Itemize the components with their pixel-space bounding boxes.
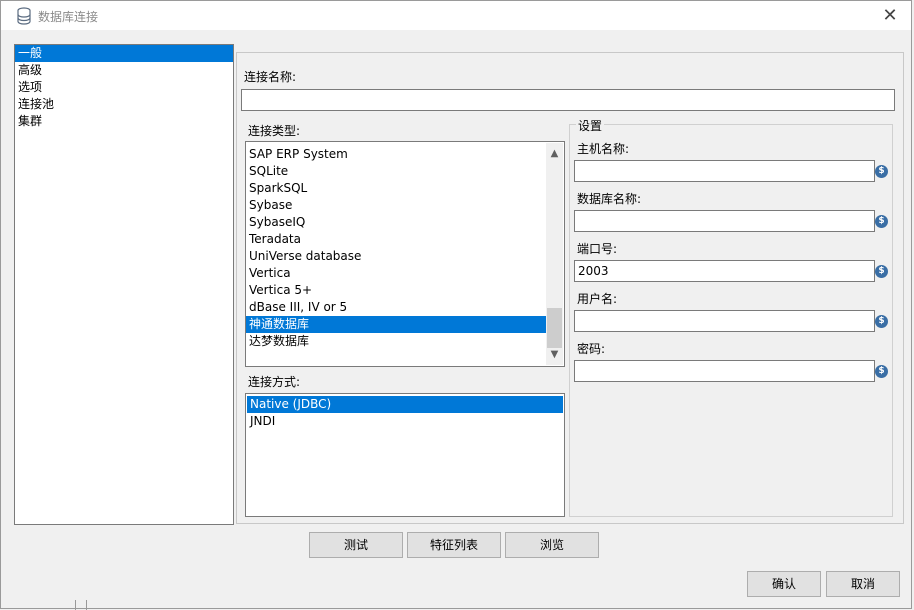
close-button[interactable]: ✕ bbox=[877, 4, 903, 28]
category-item[interactable]: 集群 bbox=[15, 113, 233, 130]
scroll-thumb[interactable] bbox=[547, 308, 562, 348]
variable-icon[interactable]: $ bbox=[875, 215, 888, 228]
settings-field-input[interactable] bbox=[574, 160, 875, 182]
connection-type-list[interactable]: SAP ERP System SQLite SparkSQL Sybase Sybase… bbox=[245, 141, 565, 367]
database-icon bbox=[17, 7, 31, 25]
connection-type-item[interactable]: SAP ERP System bbox=[246, 146, 546, 163]
close-icon: ✕ bbox=[882, 5, 898, 26]
scroll-down-icon[interactable]: ▼ bbox=[546, 346, 563, 363]
test-button[interactable]: 测试 bbox=[309, 532, 403, 558]
connection-type-item[interactable]: Vertica 5+ bbox=[246, 282, 546, 299]
settings-field-input[interactable] bbox=[574, 360, 875, 382]
connection-type-item[interactable]: SQLite bbox=[246, 163, 546, 180]
access-method-item[interactable]: Native (JDBC) bbox=[247, 396, 563, 413]
category-item[interactable]: 高级 bbox=[15, 62, 233, 79]
cancel-button[interactable]: 取消 bbox=[826, 571, 900, 597]
window-title: 数据库连接 bbox=[38, 10, 99, 24]
ok-button[interactable]: 确认 bbox=[747, 571, 821, 597]
connection-name-input[interactable] bbox=[241, 89, 895, 111]
settings-field-input[interactable] bbox=[574, 310, 875, 332]
connection-type-label: 连接类型: bbox=[248, 124, 301, 138]
settings-field-label: 密码: bbox=[577, 342, 606, 356]
variable-icon[interactable]: $ bbox=[875, 365, 888, 378]
connection-type-item[interactable]: Sybase bbox=[246, 197, 546, 214]
category-list[interactable]: 一般 高级 选项 连接池 集群 bbox=[14, 44, 234, 525]
settings-legend: 设置 bbox=[576, 117, 605, 134]
settings-field-label: 端口号: bbox=[577, 242, 618, 256]
connection-type-item[interactable]: UniVerse database bbox=[246, 248, 546, 265]
connection-type-scrollbar[interactable]: ▲ ▼ bbox=[546, 143, 563, 365]
settings-field-input[interactable] bbox=[574, 210, 875, 232]
access-method-list[interactable]: Native (JDBC) JNDI bbox=[245, 393, 565, 517]
explore-button[interactable]: 浏览 bbox=[505, 532, 599, 558]
title-bar: 数据库连接 ✕ bbox=[0, 0, 912, 30]
category-item[interactable]: 一般 bbox=[15, 45, 233, 62]
settings-field-label: 主机名称: bbox=[577, 142, 630, 156]
category-item[interactable]: 选项 bbox=[15, 79, 233, 96]
connection-type-item[interactable]: Vertica bbox=[246, 265, 546, 282]
feature-list-button[interactable]: 特征列表 bbox=[407, 532, 501, 558]
connection-type-item[interactable]: Teradata bbox=[246, 231, 546, 248]
variable-icon[interactable]: $ bbox=[875, 265, 888, 278]
connection-type-item[interactable]: SparkSQL bbox=[246, 180, 546, 197]
category-item[interactable]: 连接池 bbox=[15, 96, 233, 113]
connection-type-item[interactable]: dBase III, IV or 5 bbox=[246, 299, 546, 316]
settings-field-label: 用户名: bbox=[577, 292, 618, 306]
connection-name-label: 连接名称: bbox=[244, 70, 297, 84]
connection-type-item[interactable]: 神通数据库 bbox=[246, 316, 546, 333]
settings-field-input[interactable]: 2003 bbox=[574, 260, 875, 282]
connection-type-item[interactable]: SybaseIQ bbox=[246, 214, 546, 231]
connection-type-item[interactable]: 达梦数据库 bbox=[246, 333, 546, 350]
variable-icon[interactable]: $ bbox=[875, 315, 888, 328]
window-edge-artifact bbox=[75, 600, 87, 610]
settings-field-label: 数据库名称: bbox=[577, 192, 642, 206]
access-method-label: 连接方式: bbox=[248, 375, 301, 389]
scroll-up-icon[interactable]: ▲ bbox=[546, 145, 563, 162]
access-method-item[interactable]: JNDI bbox=[247, 413, 563, 430]
variable-icon[interactable]: $ bbox=[875, 165, 888, 178]
